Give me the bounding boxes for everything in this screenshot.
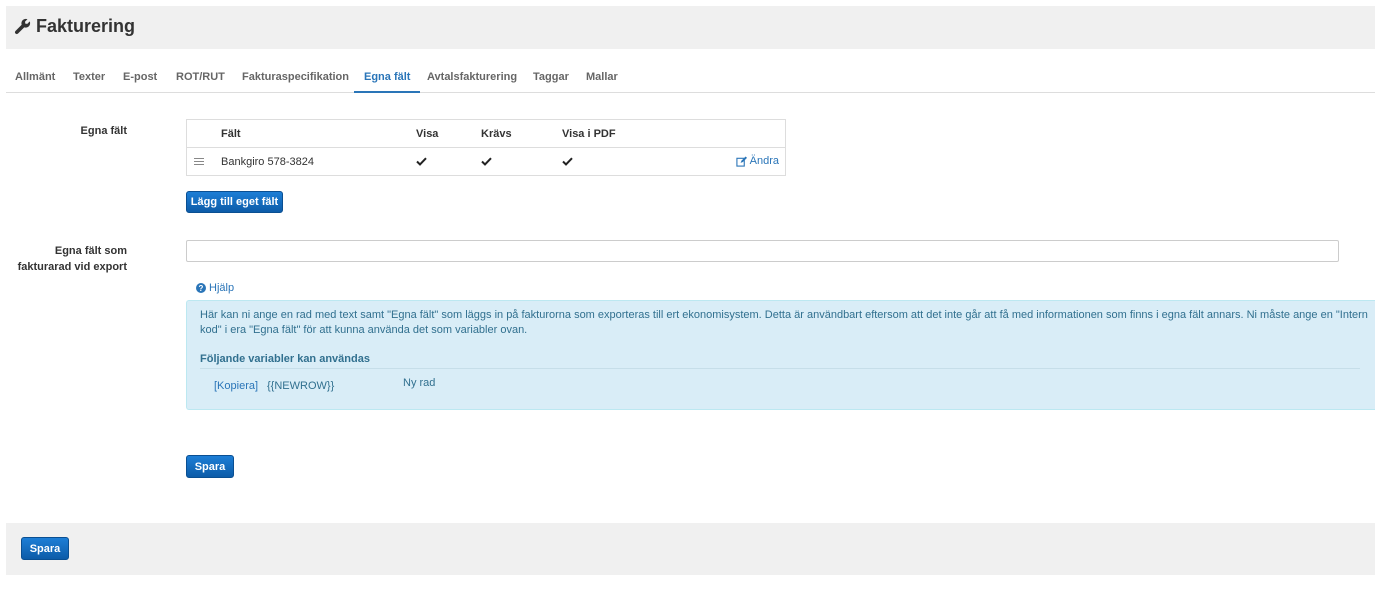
table-header: Fält Visa Krävs Visa i PDF bbox=[187, 120, 785, 148]
edit-label: Ändra bbox=[749, 155, 779, 167]
tab-rot-rut[interactable]: ROT/RUT bbox=[176, 62, 225, 93]
help-link[interactable]: ? Hjälp bbox=[196, 282, 234, 294]
copy-variable-link[interactable]: [Kopiera] bbox=[214, 380, 258, 392]
check-icon bbox=[481, 157, 492, 166]
tab-e-post[interactable]: E-post bbox=[123, 62, 157, 93]
check-icon bbox=[562, 157, 573, 166]
variables-heading: Följande variabler kan användas bbox=[200, 353, 370, 365]
page-title-text: Fakturering bbox=[36, 16, 136, 36]
table-row: Bankgiro 578-3824 Ändra bbox=[187, 148, 785, 176]
tab-allmant[interactable]: Allmänt bbox=[15, 62, 55, 93]
help-info-box: Här kan ni ange en rad med text samt "Eg… bbox=[186, 300, 1375, 410]
tab-bar: Allmänt Texter E-post ROT/RUT Fakturaspe… bbox=[6, 62, 1375, 93]
tab-mallar[interactable]: Mallar bbox=[586, 62, 618, 93]
footer-save-button[interactable]: Spara bbox=[21, 537, 69, 560]
wrench-icon bbox=[14, 18, 31, 35]
edit-icon bbox=[736, 155, 747, 167]
column-header-visa-i-pdf: Visa i PDF bbox=[562, 128, 616, 140]
drag-handle-icon[interactable] bbox=[194, 158, 204, 167]
column-header-falt: Fält bbox=[221, 128, 241, 140]
question-circle-icon: ? bbox=[196, 283, 206, 293]
add-custom-field-button[interactable]: Lägg till eget fält bbox=[186, 191, 283, 213]
tab-fakturaspecifikation[interactable]: Fakturaspecifikation bbox=[242, 62, 349, 93]
export-fields-label: Egna fält som fakturarad vid export bbox=[10, 243, 127, 275]
export-fields-label-line1: Egna fält som bbox=[54, 245, 127, 257]
help-info-text: Här kan ni ange en rad med text samt "Eg… bbox=[200, 309, 1368, 336]
tab-avtalsfakturering[interactable]: Avtalsfakturering bbox=[427, 62, 517, 93]
help-label: Hjälp bbox=[209, 282, 235, 294]
tab-taggar[interactable]: Taggar bbox=[533, 62, 569, 93]
custom-fields-table: Fält Visa Krävs Visa i PDF Bankgiro 578-… bbox=[186, 119, 786, 176]
column-header-visa: Visa bbox=[416, 128, 439, 140]
edit-field-link[interactable]: Ändra bbox=[736, 155, 779, 167]
export-fields-label-line2: fakturarad vid export bbox=[17, 261, 127, 273]
tab-texter[interactable]: Texter bbox=[73, 62, 105, 93]
save-button[interactable]: Spara bbox=[186, 455, 234, 478]
field-name: Bankgiro 578-3824 bbox=[221, 156, 314, 168]
variable-name: {{NEWROW}} bbox=[267, 380, 335, 392]
tab-egna-falt[interactable]: Egna fält bbox=[354, 62, 421, 93]
page-footer: Spara bbox=[6, 523, 1375, 575]
page-header: Fakturering bbox=[6, 6, 1375, 49]
svg-text:?: ? bbox=[199, 284, 204, 293]
custom-fields-label: Egna fält bbox=[80, 125, 127, 137]
variables-divider bbox=[200, 368, 1360, 369]
variable-description: Ny rad bbox=[403, 377, 436, 389]
export-row-input[interactable] bbox=[186, 240, 1339, 262]
check-icon bbox=[416, 157, 427, 166]
column-header-kravs: Krävs bbox=[481, 128, 512, 140]
page-title: Fakturering bbox=[14, 16, 135, 37]
